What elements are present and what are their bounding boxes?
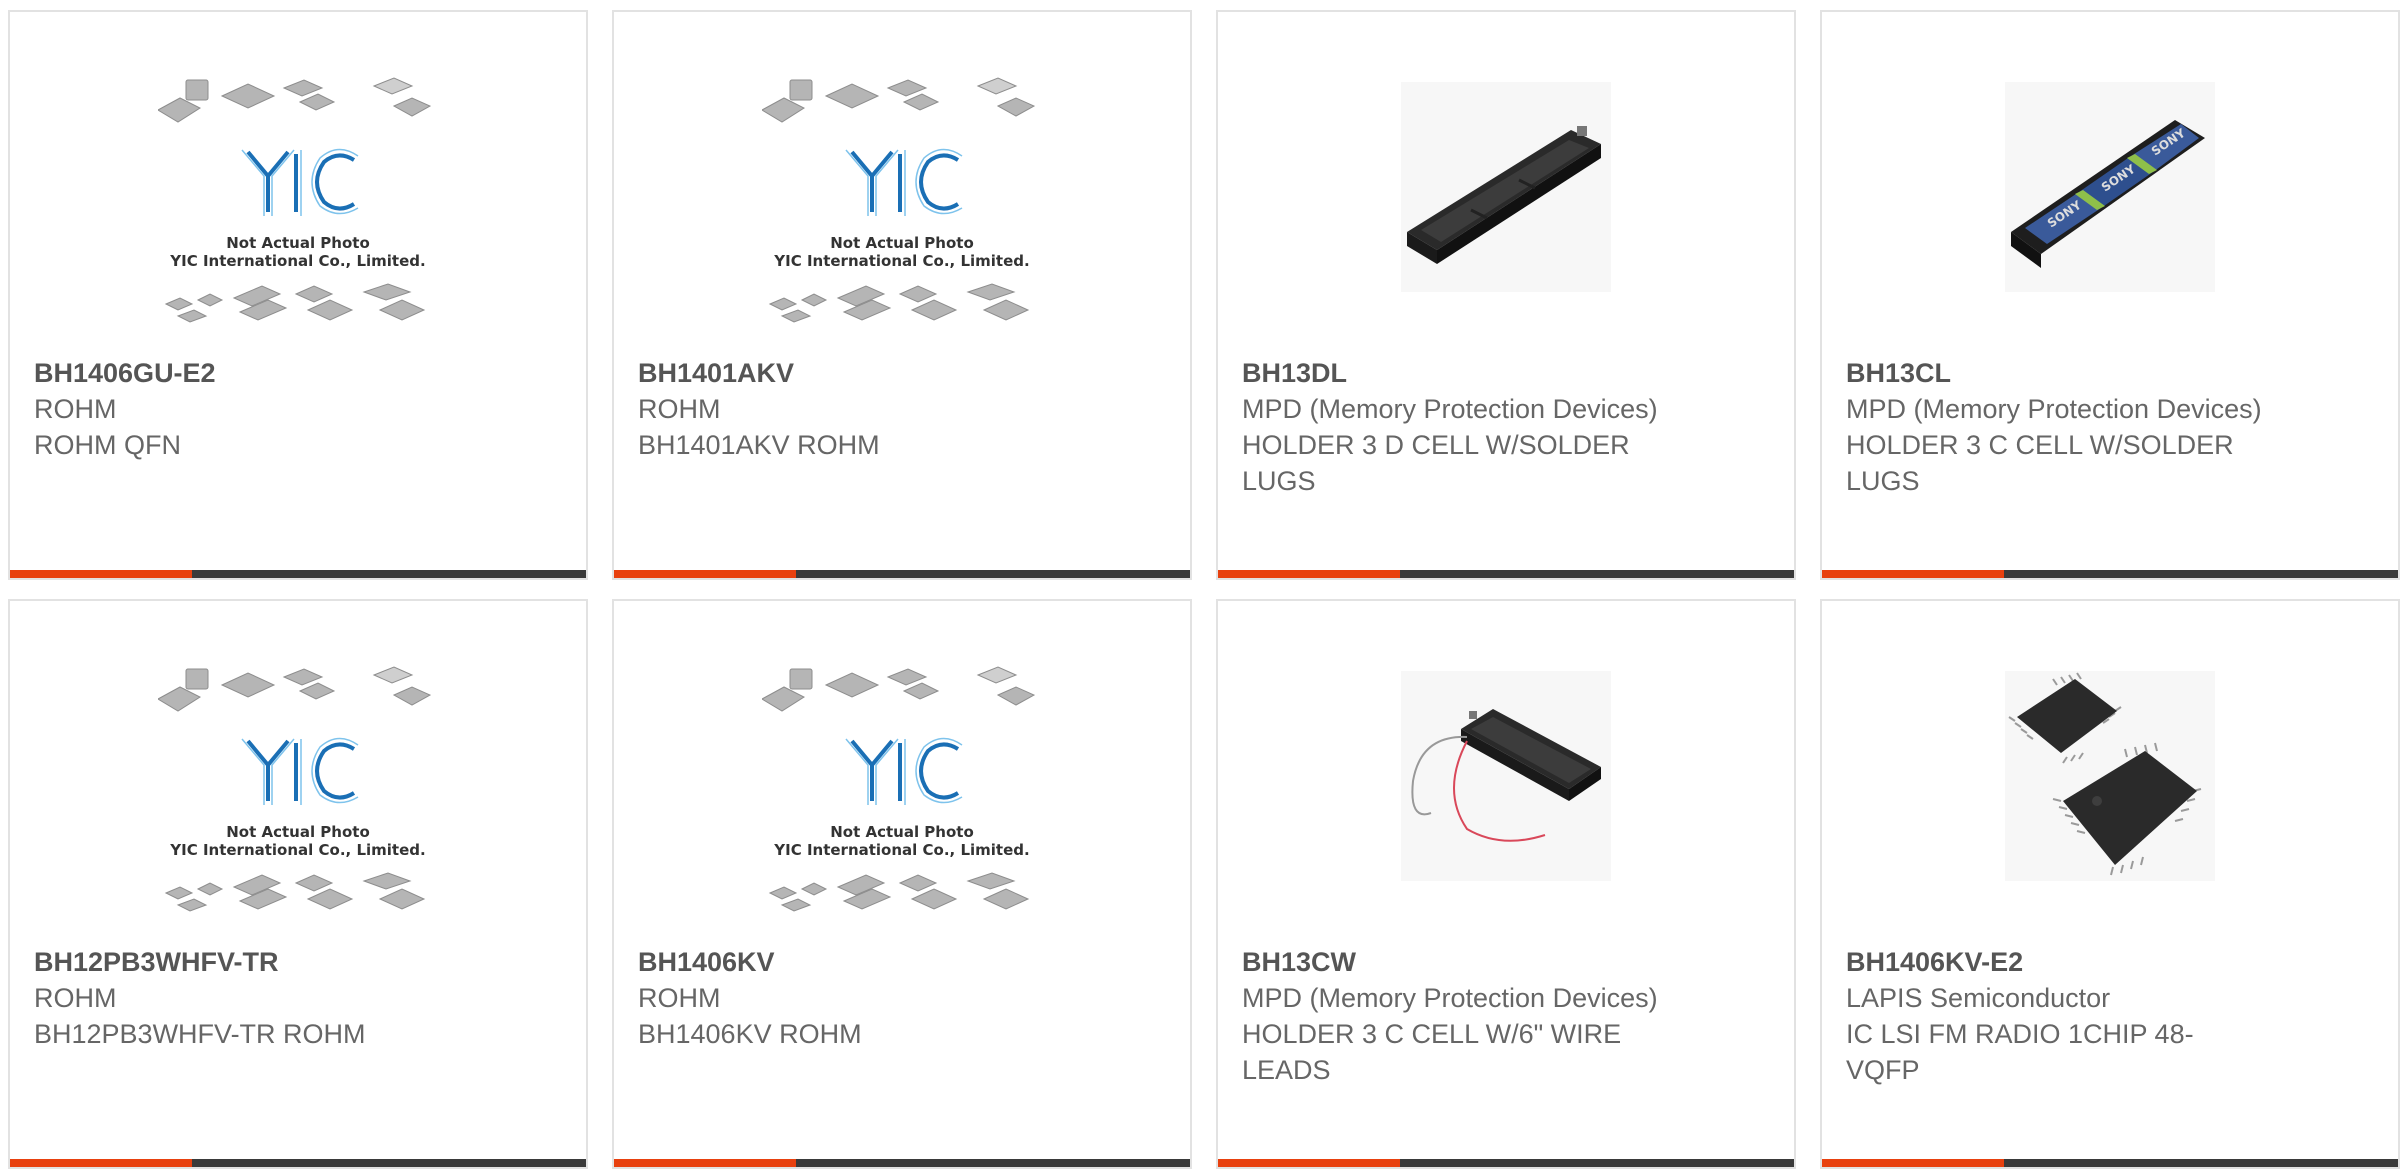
placeholder-image-icon: Not Actual Photo YIC International Co., … — [158, 666, 432, 912]
description: BH1406KV ROHM — [638, 1019, 862, 1049]
card-footer-bar — [10, 1159, 586, 1167]
part-number-link[interactable]: BH12PB3WHFV-TR — [34, 944, 454, 980]
product-grid: Not Actual Photo YIC International Co., … — [8, 10, 2400, 1169]
accent-bar — [614, 1159, 796, 1167]
product-card[interactable]: BH13CW MPD (Memory Protection Devices) H… — [1216, 599, 1796, 1169]
part-number-link[interactable]: BH13DL — [1242, 355, 1662, 391]
product-card[interactable]: BH1406KV-E2 LAPIS Semiconductor IC LSI F… — [1820, 599, 2400, 1169]
description: HOLDER 3 C CELL W/6" WIRE LEADS — [1242, 1019, 1622, 1085]
part-number-link[interactable]: BH1406KV — [638, 944, 1058, 980]
description: HOLDER 3 D CELL W/SOLDER LUGS — [1242, 430, 1630, 496]
product-card[interactable]: Not Actual Photo YIC International Co., … — [612, 599, 1192, 1169]
battery-holder-icon — [1401, 82, 1611, 292]
product-card[interactable]: Not Actual Photo YIC International Co., … — [8, 10, 588, 580]
manufacturer: ROHM — [34, 983, 117, 1013]
qfp-chip-icon — [2005, 671, 2215, 881]
placeholder-line1: Not Actual Photo — [226, 234, 370, 252]
card-footer-bar — [614, 570, 1190, 578]
manufacturer: MPD (Memory Protection Devices) — [1846, 394, 2262, 424]
product-info: BH1406KV ROHM BH1406KV ROHM — [638, 944, 1058, 1052]
battery-holder-icon: SONY SONY SONY — [2005, 82, 2215, 292]
placeholder-line1: Not Actual Photo — [830, 234, 974, 252]
card-footer-bar — [1218, 1159, 1794, 1167]
part-number-link[interactable]: BH13CL — [1846, 355, 2266, 391]
placeholder-line2: YIC International Co., Limited. — [169, 841, 425, 859]
card-footer-bar — [10, 570, 586, 578]
card-footer-bar — [1822, 1159, 2398, 1167]
card-footer-bar — [1218, 570, 1794, 578]
placeholder-line1: Not Actual Photo — [830, 823, 974, 841]
manufacturer: LAPIS Semiconductor — [1846, 983, 2111, 1013]
placeholder-image-icon: Not Actual Photo YIC International Co., … — [762, 77, 1036, 323]
product-info: BH13CW MPD (Memory Protection Devices) H… — [1242, 944, 1662, 1088]
product-card[interactable]: Not Actual Photo YIC International Co., … — [8, 599, 588, 1169]
placeholder-line2: YIC International Co., Limited. — [773, 841, 1029, 859]
product-info: BH12PB3WHFV-TR ROHM BH12PB3WHFV-TR ROHM — [34, 944, 454, 1052]
product-info: BH13DL MPD (Memory Protection Devices) H… — [1242, 355, 1662, 499]
manufacturer: ROHM — [34, 394, 117, 424]
product-card[interactable]: BH13DL MPD (Memory Protection Devices) H… — [1216, 10, 1796, 580]
part-number-link[interactable]: BH13CW — [1242, 944, 1662, 980]
placeholder-line2: YIC International Co., Limited. — [169, 252, 425, 270]
accent-bar — [614, 570, 796, 578]
placeholder-image-icon: Not Actual Photo YIC International Co., … — [158, 77, 432, 323]
description: HOLDER 3 C CELL W/SOLDER LUGS — [1846, 430, 2234, 496]
product-info: BH1406KV-E2 LAPIS Semiconductor IC LSI F… — [1846, 944, 2266, 1088]
description: BH1401AKV ROHM — [638, 430, 880, 460]
part-number-link[interactable]: BH1406GU-E2 — [34, 355, 454, 391]
product-info: BH13CL MPD (Memory Protection Devices) H… — [1846, 355, 2266, 499]
card-footer-bar — [1822, 570, 2398, 578]
product-card[interactable]: Not Actual Photo YIC International Co., … — [612, 10, 1192, 580]
placeholder-line1: Not Actual Photo — [226, 823, 370, 841]
description: ROHM QFN — [34, 430, 181, 460]
product-info: BH1401AKV ROHM BH1401AKV ROHM — [638, 355, 1058, 463]
card-footer-bar — [614, 1159, 1190, 1167]
description: BH12PB3WHFV-TR ROHM — [34, 1019, 366, 1049]
part-number-link[interactable]: BH1406KV-E2 — [1846, 944, 2266, 980]
manufacturer: ROHM — [638, 394, 721, 424]
product-card[interactable]: SONY SONY SONY BH13CL MPD (Memory Protec… — [1820, 10, 2400, 580]
manufacturer: MPD (Memory Protection Devices) — [1242, 983, 1658, 1013]
placeholder-line2: YIC International Co., Limited. — [773, 252, 1029, 270]
product-info: BH1406GU-E2 ROHM ROHM QFN — [34, 355, 454, 463]
accent-bar — [10, 1159, 192, 1167]
placeholder-image-icon: Not Actual Photo YIC International Co., … — [762, 666, 1036, 912]
description: IC LSI FM RADIO 1CHIP 48-VQFP — [1846, 1019, 2194, 1085]
accent-bar — [1218, 570, 1400, 578]
part-number-link[interactable]: BH1401AKV — [638, 355, 1058, 391]
accent-bar — [1218, 1159, 1400, 1167]
accent-bar — [1822, 1159, 2004, 1167]
accent-bar — [1822, 570, 2004, 578]
manufacturer: ROHM — [638, 983, 721, 1013]
manufacturer: MPD (Memory Protection Devices) — [1242, 394, 1658, 424]
accent-bar — [10, 570, 192, 578]
battery-holder-icon — [1401, 671, 1611, 881]
